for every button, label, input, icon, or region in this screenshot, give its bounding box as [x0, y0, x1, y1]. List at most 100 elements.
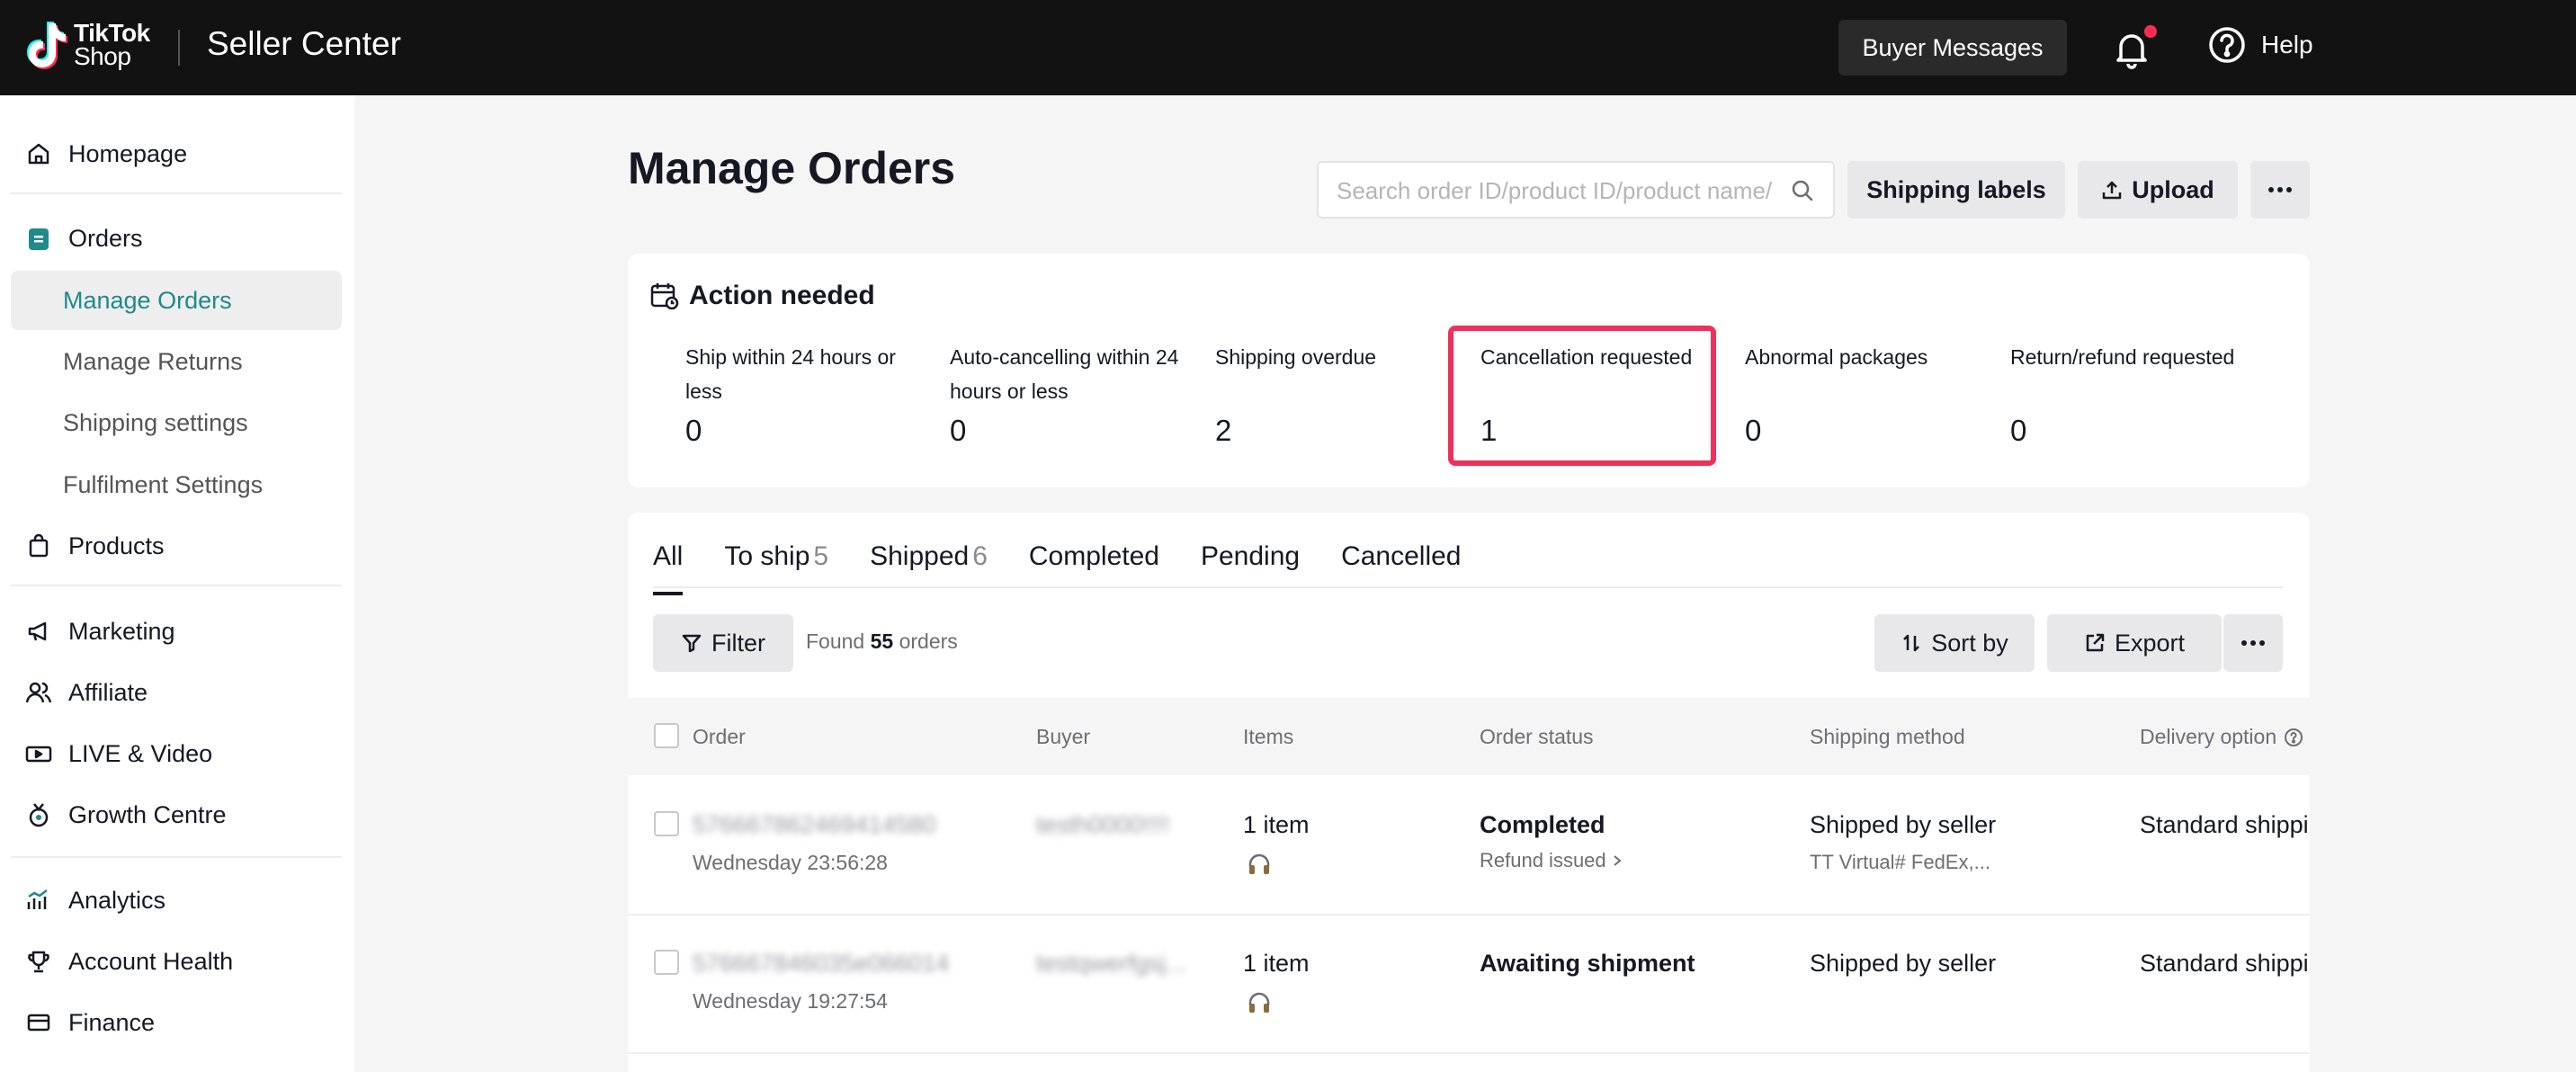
sidebar-item-analytics[interactable]: Analytics — [11, 871, 342, 930]
sidebar-item-growth-centre[interactable]: Growth Centre — [11, 785, 342, 844]
order-id[interactable]: 576667862469414580 — [693, 811, 935, 839]
sidebar-item-finance[interactable]: Finance — [11, 993, 342, 1052]
upload-icon — [2103, 181, 2122, 200]
row-divider — [628, 914, 2310, 916]
items-count[interactable]: 1 item — [1243, 950, 1310, 978]
upload-button[interactable]: Upload — [2078, 161, 2238, 219]
metric-label: Auto-cancelling within 24 hours or less — [950, 345, 1179, 403]
metric-ship-within-24h[interactable]: Ship within 24 hours or less 0 — [685, 340, 928, 447]
tab-label: Shipped — [870, 541, 970, 571]
header-divider — [178, 30, 180, 66]
column-header-order[interactable]: Order — [693, 725, 746, 749]
notification-badge — [2142, 23, 2159, 40]
shipping-method: Shipped by seller — [1810, 950, 1997, 977]
metric-value: 2 — [1215, 414, 1232, 447]
tab-label: To ship — [724, 541, 810, 571]
tracking-info[interactable]: TT Virtual# FedEx,... — [1810, 851, 1990, 874]
tab-cancelled[interactable]: Cancelled — [1341, 541, 1461, 586]
table-more-button[interactable] — [2223, 614, 2283, 672]
sidebar-item-homepage[interactable]: Homepage — [11, 124, 342, 183]
column-header-label: Delivery option — [2140, 725, 2277, 748]
column-header-items[interactable]: Items — [1243, 725, 1293, 749]
row-divider — [628, 1052, 2310, 1054]
buyer-name[interactable]: testqwerfgsj... — [1036, 950, 1186, 978]
buyer-name[interactable]: testh0000!!!! — [1036, 811, 1170, 839]
metric-auto-cancelling[interactable]: Auto-cancelling within 24 hours or less … — [950, 340, 1193, 447]
metric-shipping-overdue[interactable]: Shipping overdue 2 — [1215, 340, 1458, 447]
tab-all[interactable]: All — [653, 541, 684, 595]
column-header-shipping-method[interactable]: Shipping method — [1810, 725, 1965, 749]
sidebar: Homepage Orders Manage Orders Manage Ret… — [0, 95, 354, 1072]
info-icon[interactable] — [2284, 728, 2303, 747]
tab-label: Pending — [1200, 541, 1301, 571]
sidebar-divider — [11, 192, 342, 194]
action-needed-title: Action needed — [689, 281, 875, 310]
sidebar-item-manage-orders[interactable]: Manage Orders — [11, 271, 342, 330]
status-sub-label: Refund issued — [1480, 849, 1606, 871]
sidebar-item-marketing[interactable]: Marketing — [11, 602, 342, 661]
found-prefix: Found — [806, 630, 865, 653]
export-label: Export — [2114, 629, 2186, 657]
metric-abnormal-packages[interactable]: Abnormal packages 0 — [1745, 340, 1988, 447]
sidebar-item-orders[interactable]: Orders — [11, 209, 342, 268]
more-options-button[interactable] — [2250, 161, 2310, 219]
more-horizontal-icon — [2268, 187, 2292, 192]
order-search-field[interactable] — [1317, 161, 1835, 219]
sidebar-label: Fulfilment Settings — [63, 470, 264, 498]
metric-value: 0 — [685, 414, 702, 447]
logo-text: TikTok Shop — [74, 21, 150, 69]
tiktok-shop-logo[interactable]: TikTok Shop — [22, 20, 150, 70]
tab-to-ship[interactable]: To ship 5 — [724, 541, 828, 586]
sidebar-item-products[interactable]: Products — [11, 516, 342, 576]
logo-line-2: Shop — [74, 42, 131, 70]
delivery-option: Standard shippi — [2140, 950, 2309, 977]
sidebar-label: Shipping settings — [63, 408, 248, 436]
tab-pending[interactable]: Pending — [1201, 541, 1300, 586]
metric-return-refund-requested[interactable]: Return/refund requested 0 — [2010, 340, 2253, 447]
select-all-checkbox[interactable] — [654, 723, 679, 748]
sidebar-item-affiliate[interactable]: Affiliate — [11, 663, 342, 722]
metric-label: Shipping overdue — [1215, 345, 1377, 369]
shipping-method: Shipped by seller — [1810, 811, 1997, 838]
column-header-order-status[interactable]: Order status — [1480, 725, 1594, 749]
buyer-messages-button[interactable]: Buyer Messages — [1838, 20, 2067, 76]
calendar-clock-icon — [650, 283, 679, 310]
sidebar-divider — [11, 585, 342, 586]
help-label: Help — [2261, 31, 2313, 58]
column-header-delivery-option[interactable]: Delivery option — [2140, 725, 2303, 749]
found-count: 55 — [870, 630, 894, 653]
order-id[interactable]: 576667846035e066014 — [693, 950, 949, 978]
metric-label: Abnormal packages — [1745, 345, 1928, 369]
items-count[interactable]: 1 item — [1243, 811, 1310, 839]
sidebar-item-live-video[interactable]: LIVE & Video — [11, 724, 342, 783]
app-title: Seller Center — [207, 25, 401, 62]
search-icon[interactable] — [1790, 178, 1815, 203]
row-checkbox[interactable] — [654, 950, 679, 975]
search-input[interactable] — [1337, 174, 1777, 208]
row-checkbox[interactable] — [654, 811, 679, 836]
sidebar-divider — [11, 856, 342, 858]
refund-issued-link[interactable]: Refund issued — [1480, 849, 1623, 872]
orders-card — [628, 513, 2310, 1072]
sidebar-item-shipping-settings[interactable]: Shipping settings — [11, 393, 342, 452]
more-horizontal-icon — [2241, 640, 2265, 646]
sidebar-item-fulfilment-settings[interactable]: Fulfilment Settings — [11, 455, 342, 514]
sort-by-button[interactable]: Sort by — [1874, 614, 2035, 672]
sidebar-label: Products — [68, 532, 165, 559]
metric-value: 0 — [950, 414, 967, 447]
sort-icon — [1903, 634, 1920, 652]
tab-shipped[interactable]: Shipped 6 — [870, 541, 988, 586]
help-button[interactable]: Help — [2207, 25, 2313, 65]
shipping-labels-button[interactable]: Shipping labels — [1847, 161, 2065, 219]
order-status: Completed — [1480, 811, 1606, 838]
sidebar-item-account-health[interactable]: Account Health — [11, 932, 342, 991]
sidebar-item-manage-returns[interactable]: Manage Returns — [11, 332, 342, 391]
filter-button[interactable]: Filter — [653, 614, 793, 672]
column-header-buyer[interactable]: Buyer — [1036, 725, 1090, 749]
analytics-icon — [23, 885, 54, 916]
medal-icon — [23, 800, 54, 830]
export-button[interactable]: Export — [2047, 614, 2222, 672]
tab-completed[interactable]: Completed — [1029, 541, 1159, 586]
finance-icon — [23, 1007, 54, 1038]
sidebar-label: Marketing — [68, 617, 175, 645]
